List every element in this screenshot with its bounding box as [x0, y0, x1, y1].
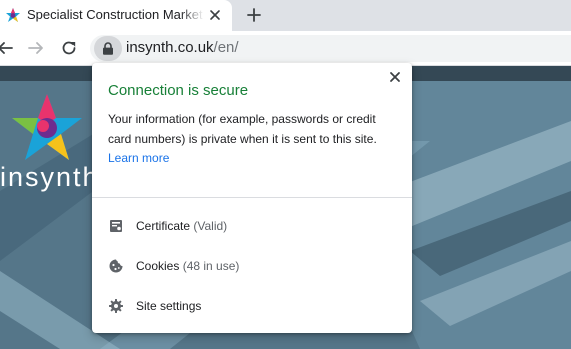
close-tab-icon[interactable]: [207, 7, 223, 23]
back-arrow-icon[interactable]: [0, 39, 14, 57]
tab-active[interactable]: Specialist Construction Marketing: [0, 0, 232, 31]
certificate-label: Certificate: [136, 219, 191, 233]
tab-title: Specialist Construction Marketing: [27, 7, 203, 22]
tab-strip: Specialist Construction Marketing: [0, 0, 571, 31]
menu-item-site-settings[interactable]: Site settings: [92, 288, 412, 324]
cookies-label: Cookies: [136, 259, 180, 273]
site-settings-label: Site settings: [136, 299, 202, 313]
menu-item-certificate[interactable]: Certificate (Valid): [92, 208, 412, 244]
url-path: /en/: [213, 39, 239, 56]
close-icon[interactable]: [388, 70, 402, 84]
menu-item-label: Site settings: [136, 298, 201, 314]
cookies-count: (48 in use): [182, 259, 240, 273]
lock-icon: [103, 42, 113, 55]
certificate-icon: [110, 220, 122, 232]
cookie-icon: [109, 259, 123, 273]
menu-item-cookies[interactable]: Cookies (48 in use): [92, 248, 412, 284]
reload-icon[interactable]: [60, 39, 78, 57]
certificate-status: (Valid): [193, 219, 228, 233]
site-info-popup: Connection is secure Your information (f…: [92, 63, 412, 333]
connection-status-description: Your information (for example, passwords…: [108, 112, 377, 146]
connection-status-title: Connection is secure: [108, 82, 249, 99]
forward-arrow-icon[interactable]: [27, 39, 45, 57]
site-info-button[interactable]: [94, 36, 122, 61]
gear-icon: [109, 299, 123, 313]
new-tab-icon[interactable]: [244, 5, 264, 25]
menu-item-label: Cookies (48 in use): [136, 258, 239, 274]
site-wordmark: insynth: [0, 162, 100, 192]
menu-item-label: Certificate (Valid): [136, 218, 227, 234]
browser-toolbar: insynth.co.uk/en/: [0, 31, 571, 66]
url-host: insynth.co.uk: [126, 39, 214, 56]
url-text[interactable]: insynth.co.uk/en/: [126, 38, 239, 58]
insynth-logo-icon: [12, 94, 82, 160]
learn-more-link[interactable]: Learn more: [108, 149, 169, 167]
tab-title-fade: [180, 4, 204, 26]
popup-divider: [92, 197, 412, 198]
site-favicon-icon: [6, 8, 20, 22]
